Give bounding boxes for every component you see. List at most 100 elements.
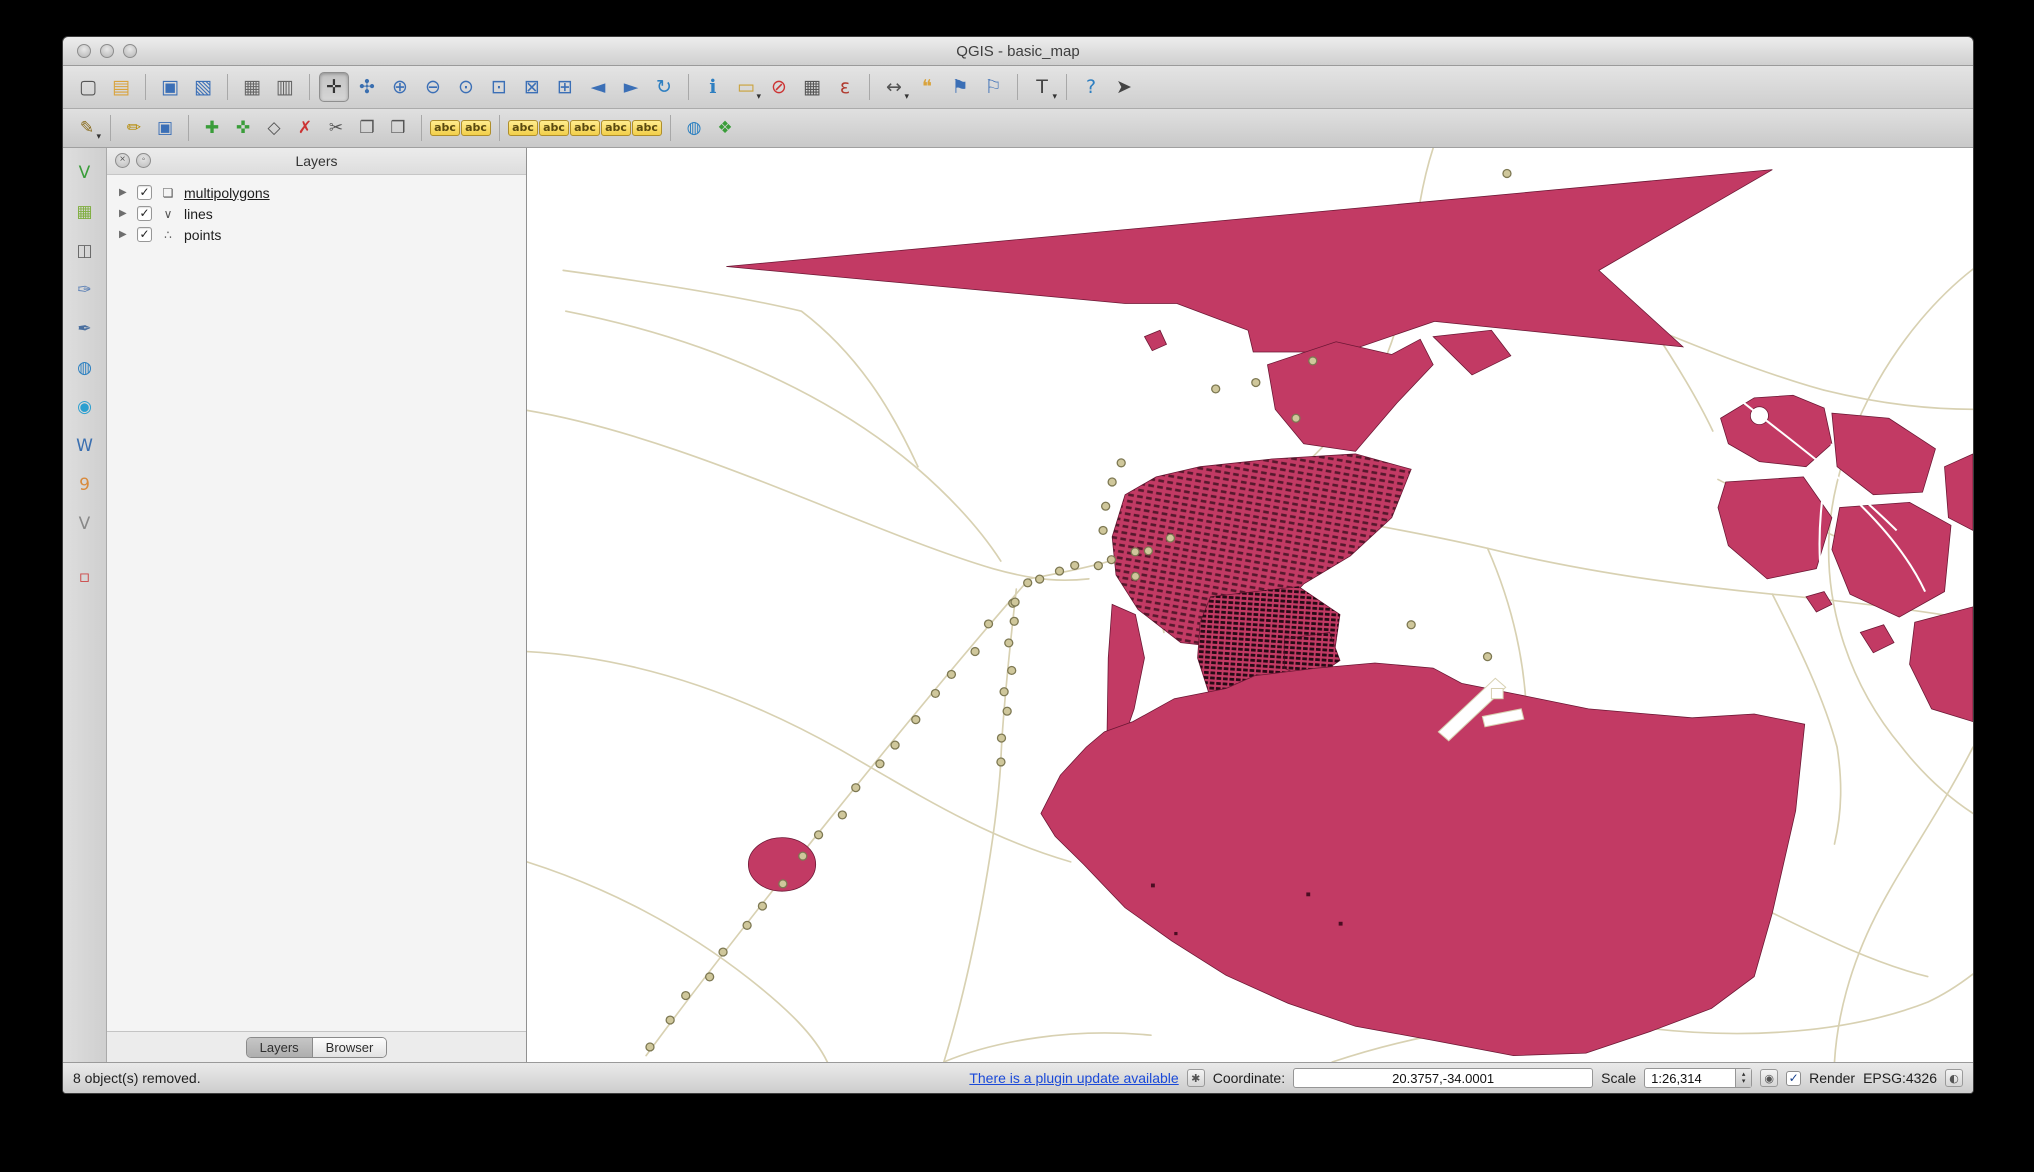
zoom-out-button[interactable]: ⊖ [418,72,448,102]
identify-features-button[interactable]: ℹ [698,72,728,102]
add-mssql-layer-button[interactable]: ✒ [70,314,100,344]
measure-button[interactable]: ↔▾ [879,72,909,102]
new-project-button[interactable]: ▢ [73,72,103,102]
help-contents-button[interactable]: ? [1076,72,1106,102]
refresh-map-button[interactable]: ↻ [649,72,679,102]
plugin-update-link[interactable]: There is a plugin update available [969,1070,1178,1086]
map-canvas-svg[interactable] [527,148,1973,1062]
close-button[interactable] [77,44,91,58]
point-feature [1131,548,1139,556]
new-shapefile-layer-button[interactable]: V [70,158,100,188]
select-features-button[interactable]: ▭▾ [731,72,761,102]
show-hide-labels-button[interactable]: abc [571,114,599,142]
new-bookmark-button[interactable]: ⚑ [945,72,975,102]
crs-status-icon[interactable]: ◐ [1945,1069,1963,1087]
panel-tab-layers[interactable]: Layers [247,1038,313,1057]
text-annotation-button[interactable]: T▾ [1027,72,1057,102]
change-label-icon: abc [632,120,662,136]
add-feature-icon: ✚ [205,118,219,138]
layer-name[interactable]: multipolygons [184,185,270,201]
add-feature-button[interactable]: ✚ [198,114,226,142]
scale-combo[interactable]: 1:26,314 ▴▾ [1644,1068,1752,1088]
composer-manager-button[interactable]: ▥ [270,72,300,102]
globe-tool-icon: ◍ [687,118,702,138]
pan-map-button[interactable]: ✛ [319,72,349,102]
save-layer-edits-button[interactable]: ▣ [151,114,179,142]
zoom-last-button[interactable]: ◄ [583,72,613,102]
open-attribute-table-button[interactable]: ▦ [797,72,827,102]
render-checkbox[interactable]: ✓ [1786,1071,1801,1086]
node-tool-button[interactable]: ◇ [260,114,288,142]
layer-row-lines[interactable]: ▶✓∨lines [107,203,526,224]
layer-name[interactable]: lines [184,206,213,222]
zoom-next-button[interactable]: ► [616,72,646,102]
magnifier-icon[interactable]: ◉ [1760,1069,1778,1087]
zoom-in-button[interactable]: ⊕ [385,72,415,102]
title-bar[interactable]: QGIS - basic_map [63,37,1973,66]
change-label-button[interactable]: abc [633,114,661,142]
globe-tool-button[interactable]: ◍ [680,114,708,142]
scale-stepper-icon[interactable]: ▴▾ [1735,1069,1751,1087]
layer-visibility-checkbox[interactable]: ✓ [137,185,152,200]
whats-this-button[interactable]: ➤ [1109,72,1139,102]
panel-close-icon[interactable]: × [115,153,130,168]
copy-features-button[interactable]: ❐ [353,114,381,142]
show-bookmarks-button[interactable]: ⚐ [978,72,1008,102]
disclosure-triangle-icon[interactable]: ▶ [119,229,130,240]
save-project-as-button[interactable]: ▧ [188,72,218,102]
point-feature [876,760,884,768]
layer-visibility-checkbox[interactable]: ✓ [137,206,152,221]
coordinate-input[interactable]: 20.3757,-34.0001 [1293,1068,1593,1088]
save-project-button[interactable]: ▣ [155,72,185,102]
label-button[interactable]: abc [431,114,459,142]
point-feature [1003,707,1011,715]
point-feature [719,948,727,956]
pin-label-button[interactable]: abc [540,114,568,142]
zoom-button[interactable] [123,44,137,58]
add-wcs-layer-button[interactable]: ◉ [70,392,100,422]
cut-features-button[interactable]: ✂ [322,114,350,142]
diagram-overlay-button[interactable]: ❖ [711,114,739,142]
layers-panel-header[interactable]: × ◦ Layers [107,148,526,175]
remove-layer-button[interactable]: ▫ [70,562,100,592]
toggle-editing-button[interactable]: ✏ [120,114,148,142]
map-canvas[interactable] [527,148,1973,1062]
paste-features-button[interactable]: ❒ [384,114,412,142]
move-feature-button[interactable]: ✜ [229,114,257,142]
add-raster-layer-button[interactable]: ▦ [70,197,100,227]
zoom-to-selection-button[interactable]: ⊠ [517,72,547,102]
current-edits-button[interactable]: ✎▾ [73,114,101,142]
plugin-update-icon[interactable]: ✱ [1187,1069,1205,1087]
zoom-full-button[interactable]: ⊡ [484,72,514,102]
layer-name[interactable]: points [184,227,221,243]
layer-visibility-checkbox[interactable]: ✓ [137,227,152,242]
add-wms-layer-button[interactable]: ◍ [70,353,100,383]
add-postgis-layer-button[interactable]: ◫ [70,236,100,266]
move-label-button[interactable]: abc [462,114,490,142]
disclosure-triangle-icon[interactable]: ▶ [119,187,130,198]
point-feature [666,1016,674,1024]
layer-row-multipolygons[interactable]: ▶✓❏multipolygons [107,182,526,203]
add-wfs-layer-button[interactable]: W [70,431,100,461]
disclosure-triangle-icon[interactable]: ▶ [119,208,130,219]
layer-row-points[interactable]: ▶✓∴points [107,224,526,245]
open-project-button[interactable]: ▤ [106,72,136,102]
panel-tab-browser[interactable]: Browser [313,1038,387,1057]
zoom-to-layer-button[interactable]: ⊞ [550,72,580,102]
zoom-actual-button[interactable]: ⊙ [451,72,481,102]
field-calculator-button[interactable]: ε [830,72,860,102]
highlight-pinned-labels-button[interactable]: abc [509,114,537,142]
add-delimited-text-layer-button[interactable]: 9 [70,470,100,500]
panel-float-icon[interactable]: ◦ [136,153,151,168]
add-oracle-layer-button[interactable]: V [70,509,100,539]
new-print-composer-button[interactable]: ▦ [237,72,267,102]
add-spatialite-layer-button[interactable]: ✑ [70,275,100,305]
minimize-button[interactable] [100,44,114,58]
map-tips-button[interactable]: ❝ [912,72,942,102]
delete-selected-button[interactable]: ✗ [291,114,319,142]
pan-to-selection-button[interactable]: ✣ [352,72,382,102]
dropdown-arrow-icon: ▾ [96,133,101,142]
delete-selected-icon: ✗ [298,118,312,138]
rotate-label-button[interactable]: abc [602,114,630,142]
deselect-features-button[interactable]: ⊘ [764,72,794,102]
